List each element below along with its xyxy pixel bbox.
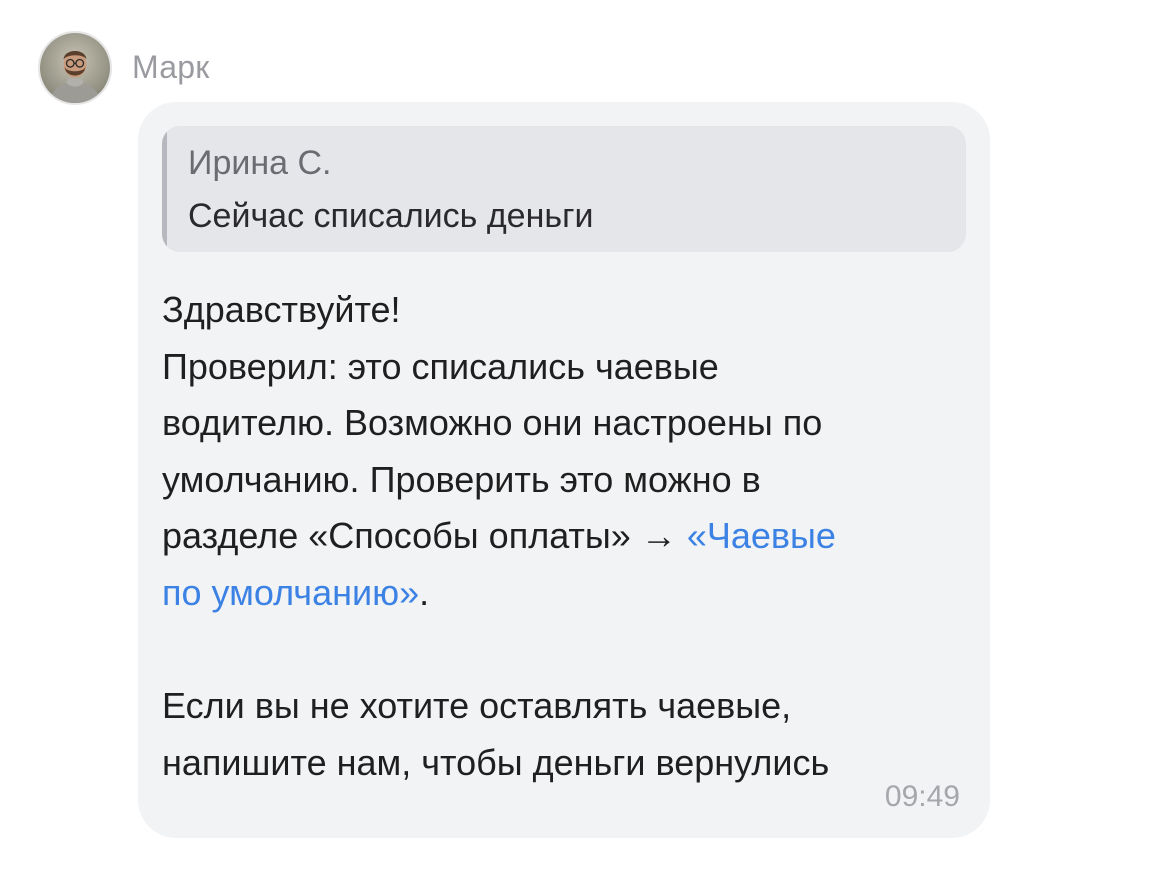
- quote-text: Сейчас списались деньги: [188, 197, 594, 235]
- message-line-text: разделе «Способы оплаты» →: [162, 515, 687, 557]
- message-greeting: Здравствуйте!: [162, 289, 401, 330]
- message-line: водителю. Возможно они настроены по: [162, 402, 823, 444]
- message-period: .: [419, 571, 430, 613]
- reply-quote[interactable]: Ирина С. Сейчас списались деньги: [162, 126, 966, 252]
- message-timestamp: 09:49: [884, 780, 960, 813]
- message-line: разделе «Способы оплаты» → «Чаевые: [162, 508, 962, 565]
- default-tips-link[interactable]: «Чаевые: [687, 515, 836, 556]
- message-bubble[interactable]: Ирина С. Сейчас списались деньги Здравст…: [138, 102, 990, 838]
- message-line: по умолчанию».: [162, 565, 962, 622]
- default-tips-link-continued[interactable]: по умолчанию»: [162, 572, 419, 613]
- avatar-photo-icon: [40, 33, 110, 103]
- sender-name: Марк: [132, 49, 210, 85]
- message-line: Проверил: это списались чаевые: [162, 345, 719, 387]
- sender-avatar[interactable]: [38, 31, 112, 105]
- message-text: Здравствуйте! Проверил: это списались ча…: [162, 282, 962, 791]
- message-line: Если вы не хотите оставлять чаевые,: [162, 685, 792, 727]
- message-line: напишите нам, чтобы деньги вернулись: [162, 741, 830, 783]
- quote-author: Ирина С.: [188, 144, 332, 182]
- message-line: умолчанию. Проверить это можно в: [162, 458, 761, 500]
- quote-bar: [162, 126, 167, 252]
